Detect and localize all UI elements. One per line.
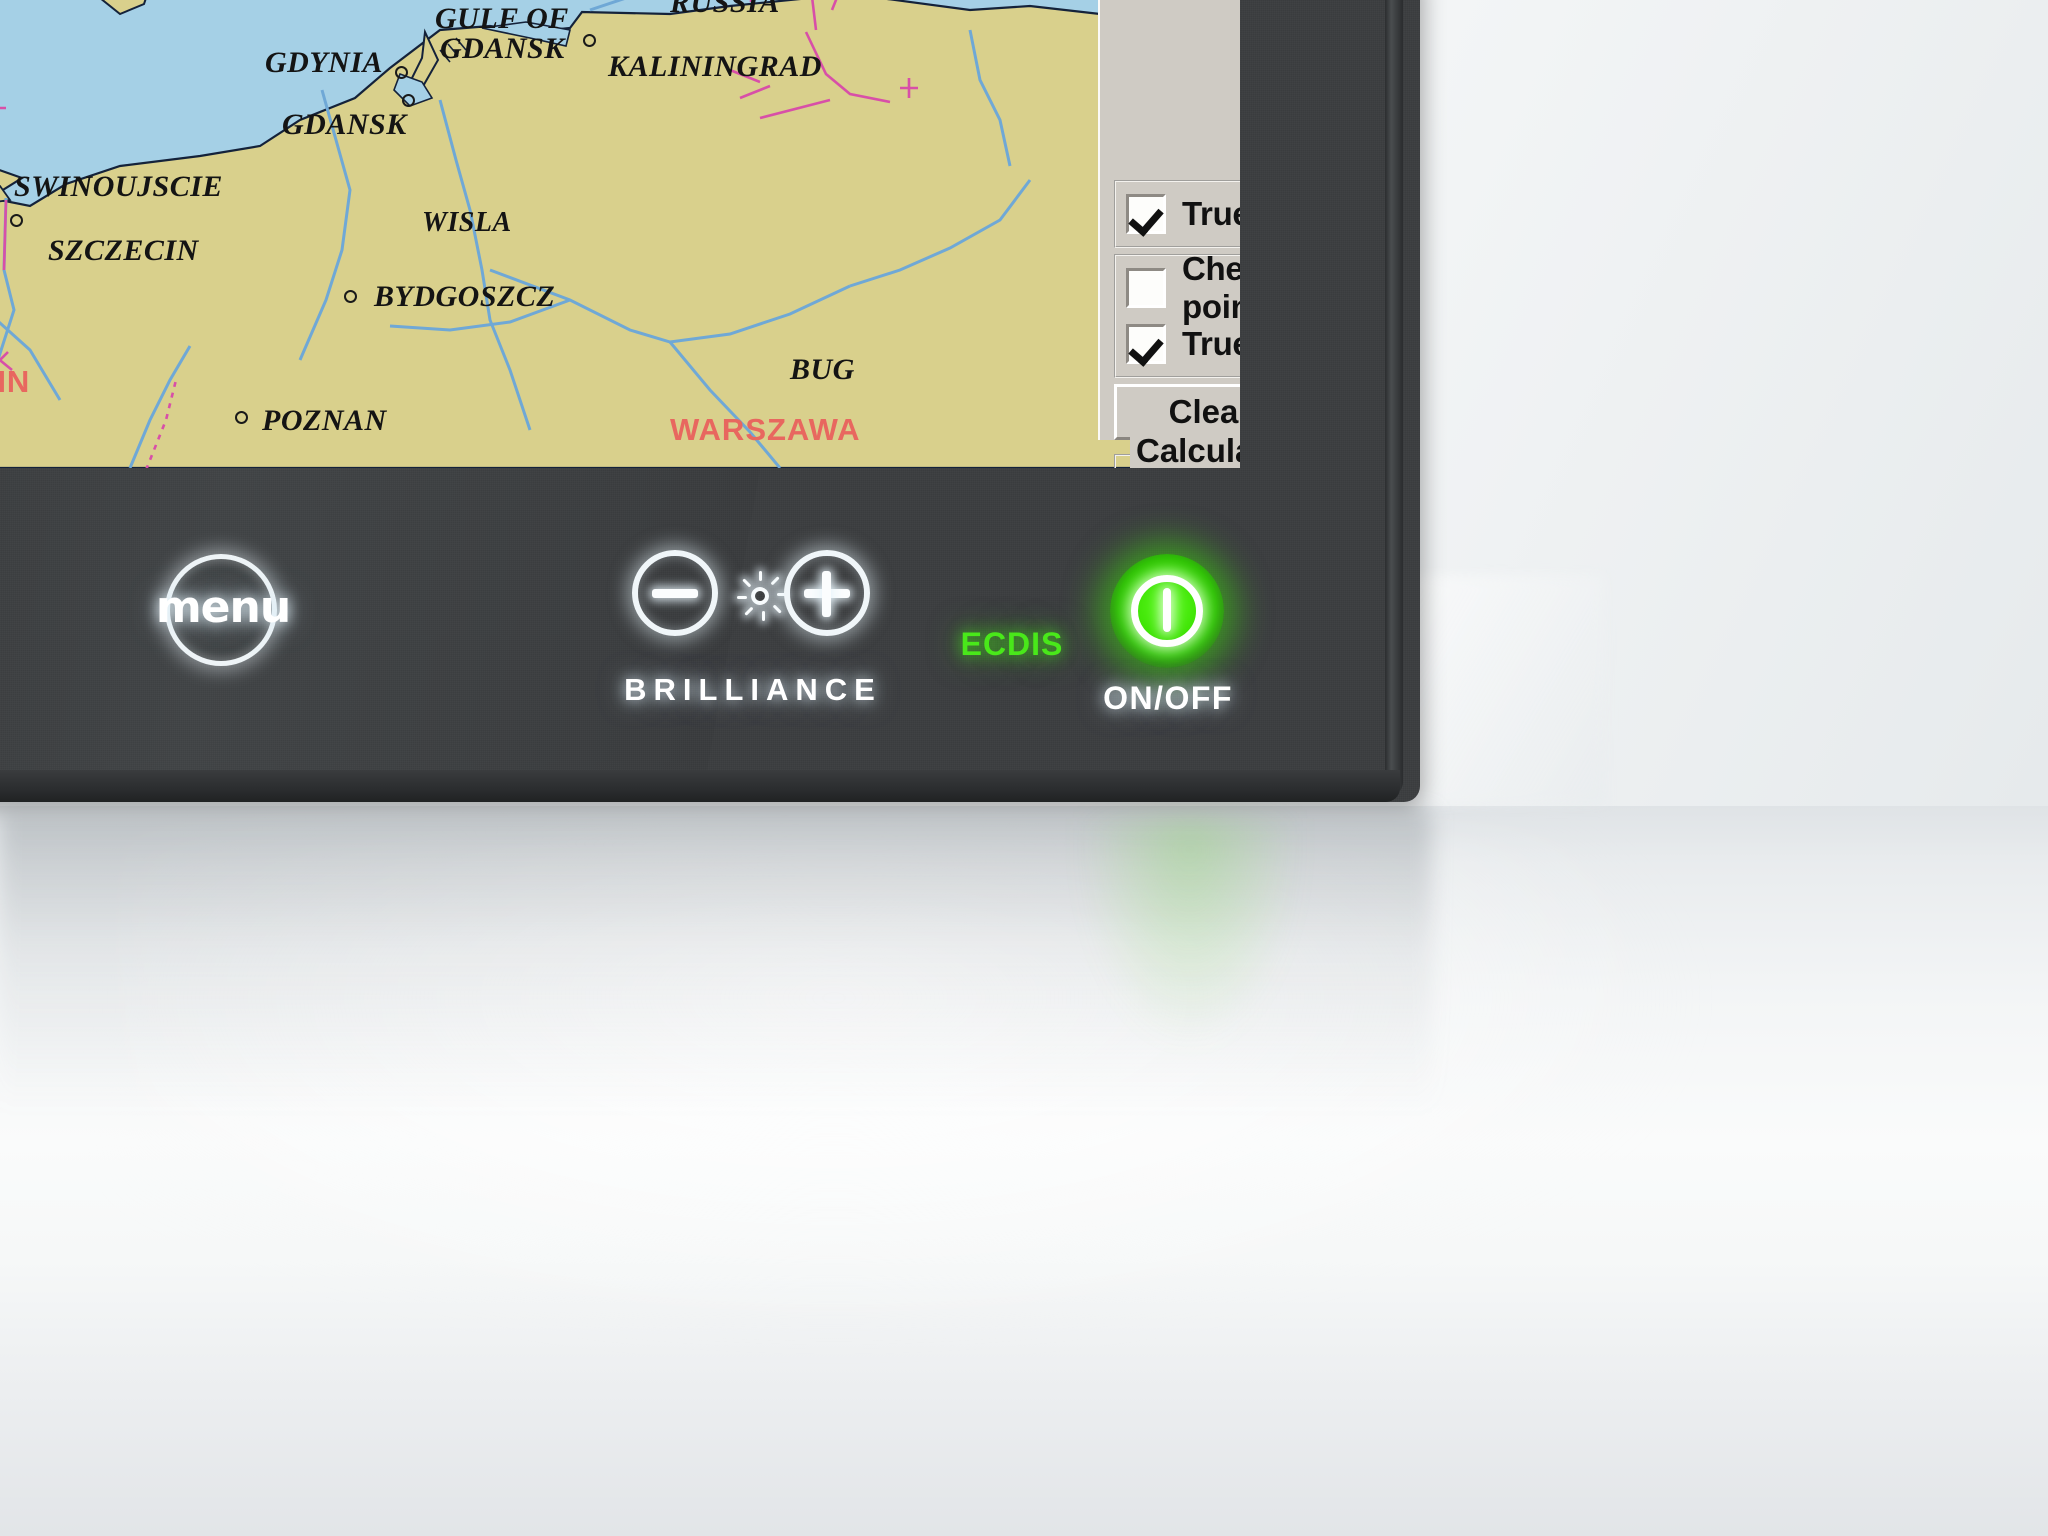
plus-icon-vertical [822, 571, 831, 617]
city-marker [402, 94, 415, 107]
ecdis-status-lamp: ECDIS [960, 626, 1064, 662]
checkpoint3-label: Check point 3 [1182, 250, 1240, 325]
map-label: GDANSK [282, 108, 407, 141]
map-label: BYDGOSZCZ [374, 280, 556, 313]
checkpoint3-true-relative-label: True/Relative [1182, 325, 1240, 362]
map-label: SWINOUJSCIE [14, 170, 223, 203]
city-marker [235, 411, 248, 424]
brilliance-control-group: BRILLIANCE [624, 550, 875, 710]
checkpoint2-true-relative-checkbox[interactable] [1126, 194, 1166, 234]
brilliance-increase-button[interactable] [784, 550, 870, 636]
map-label-capital: WARSZAWA [670, 412, 861, 447]
map-label: KALININGRAD [608, 50, 822, 83]
ecdis-monitor: BORNHOLMGULF OFGDANSKRUSSIAGDYNIAKALININ… [0, 0, 1430, 810]
bezel-control-strip: menu BRILLIANCE ECDIS ON/OFF [0, 468, 1400, 770]
map-label: GDYNIA [265, 46, 384, 79]
city-marker [10, 214, 23, 227]
brilliance-decrease-button[interactable] [632, 550, 718, 636]
minus-icon [652, 589, 698, 598]
checkpoint3-row[interactable]: Check point 3 [1116, 250, 1240, 325]
ecdis-screen: BORNHOLMGULF OFGDANSKRUSSIAGDYNIAKALININ… [0, 0, 1240, 468]
map-label: RUSSIA [670, 0, 780, 19]
route-calculation-panel[interactable]: True/Relative Check point 3 True/Relativ… [1098, 0, 1240, 468]
checkpoint3-group: Check point 3 True/Relative [1114, 250, 1240, 378]
background-reflection-panel [1405, 575, 1605, 805]
brilliance-label: BRILLIANCE [624, 672, 882, 707]
map-label: GDANSK [440, 32, 565, 65]
checkpoint2-true-relative-row[interactable]: True/Relative [1116, 186, 1240, 242]
city-marker [344, 290, 357, 303]
monitor-bottom-edge [0, 770, 1400, 802]
checkpoint2-group: True/Relative [1114, 180, 1240, 248]
map-label: WISLA [422, 207, 512, 238]
brightness-sun-icon [736, 571, 787, 621]
map-label: BUG [790, 353, 855, 386]
power-button-label: ON/OFF [1103, 680, 1233, 716]
sun-core [751, 587, 769, 605]
calculation-mode-legend: Calculation Mode [1130, 432, 1240, 468]
map-label: SZCZECIN [48, 234, 199, 267]
checkpoint2-true-relative-label: True/Relative [1182, 195, 1240, 232]
checkpoint3-true-relative-row[interactable]: True/Relative [1116, 316, 1240, 372]
island-bornholm [100, 0, 147, 16]
map-label: POZNAN [262, 404, 387, 437]
map-label: GULF OF [435, 2, 569, 35]
city-marker [583, 34, 596, 47]
checkpoint3-checkbox[interactable] [1126, 268, 1166, 308]
menu-button[interactable]: menu [156, 554, 291, 674]
power-icon-bar [1163, 588, 1171, 632]
power-led-reflection [1080, 818, 1300, 1048]
calculation-mode-fieldset: Calculation Mode Great Circle [1114, 432, 1240, 468]
checkpoint3-true-relative-checkbox[interactable] [1126, 324, 1166, 364]
menu-button-label: menu [155, 582, 291, 633]
city-marker [395, 66, 408, 79]
map-label-capital: RLIN [0, 364, 31, 399]
